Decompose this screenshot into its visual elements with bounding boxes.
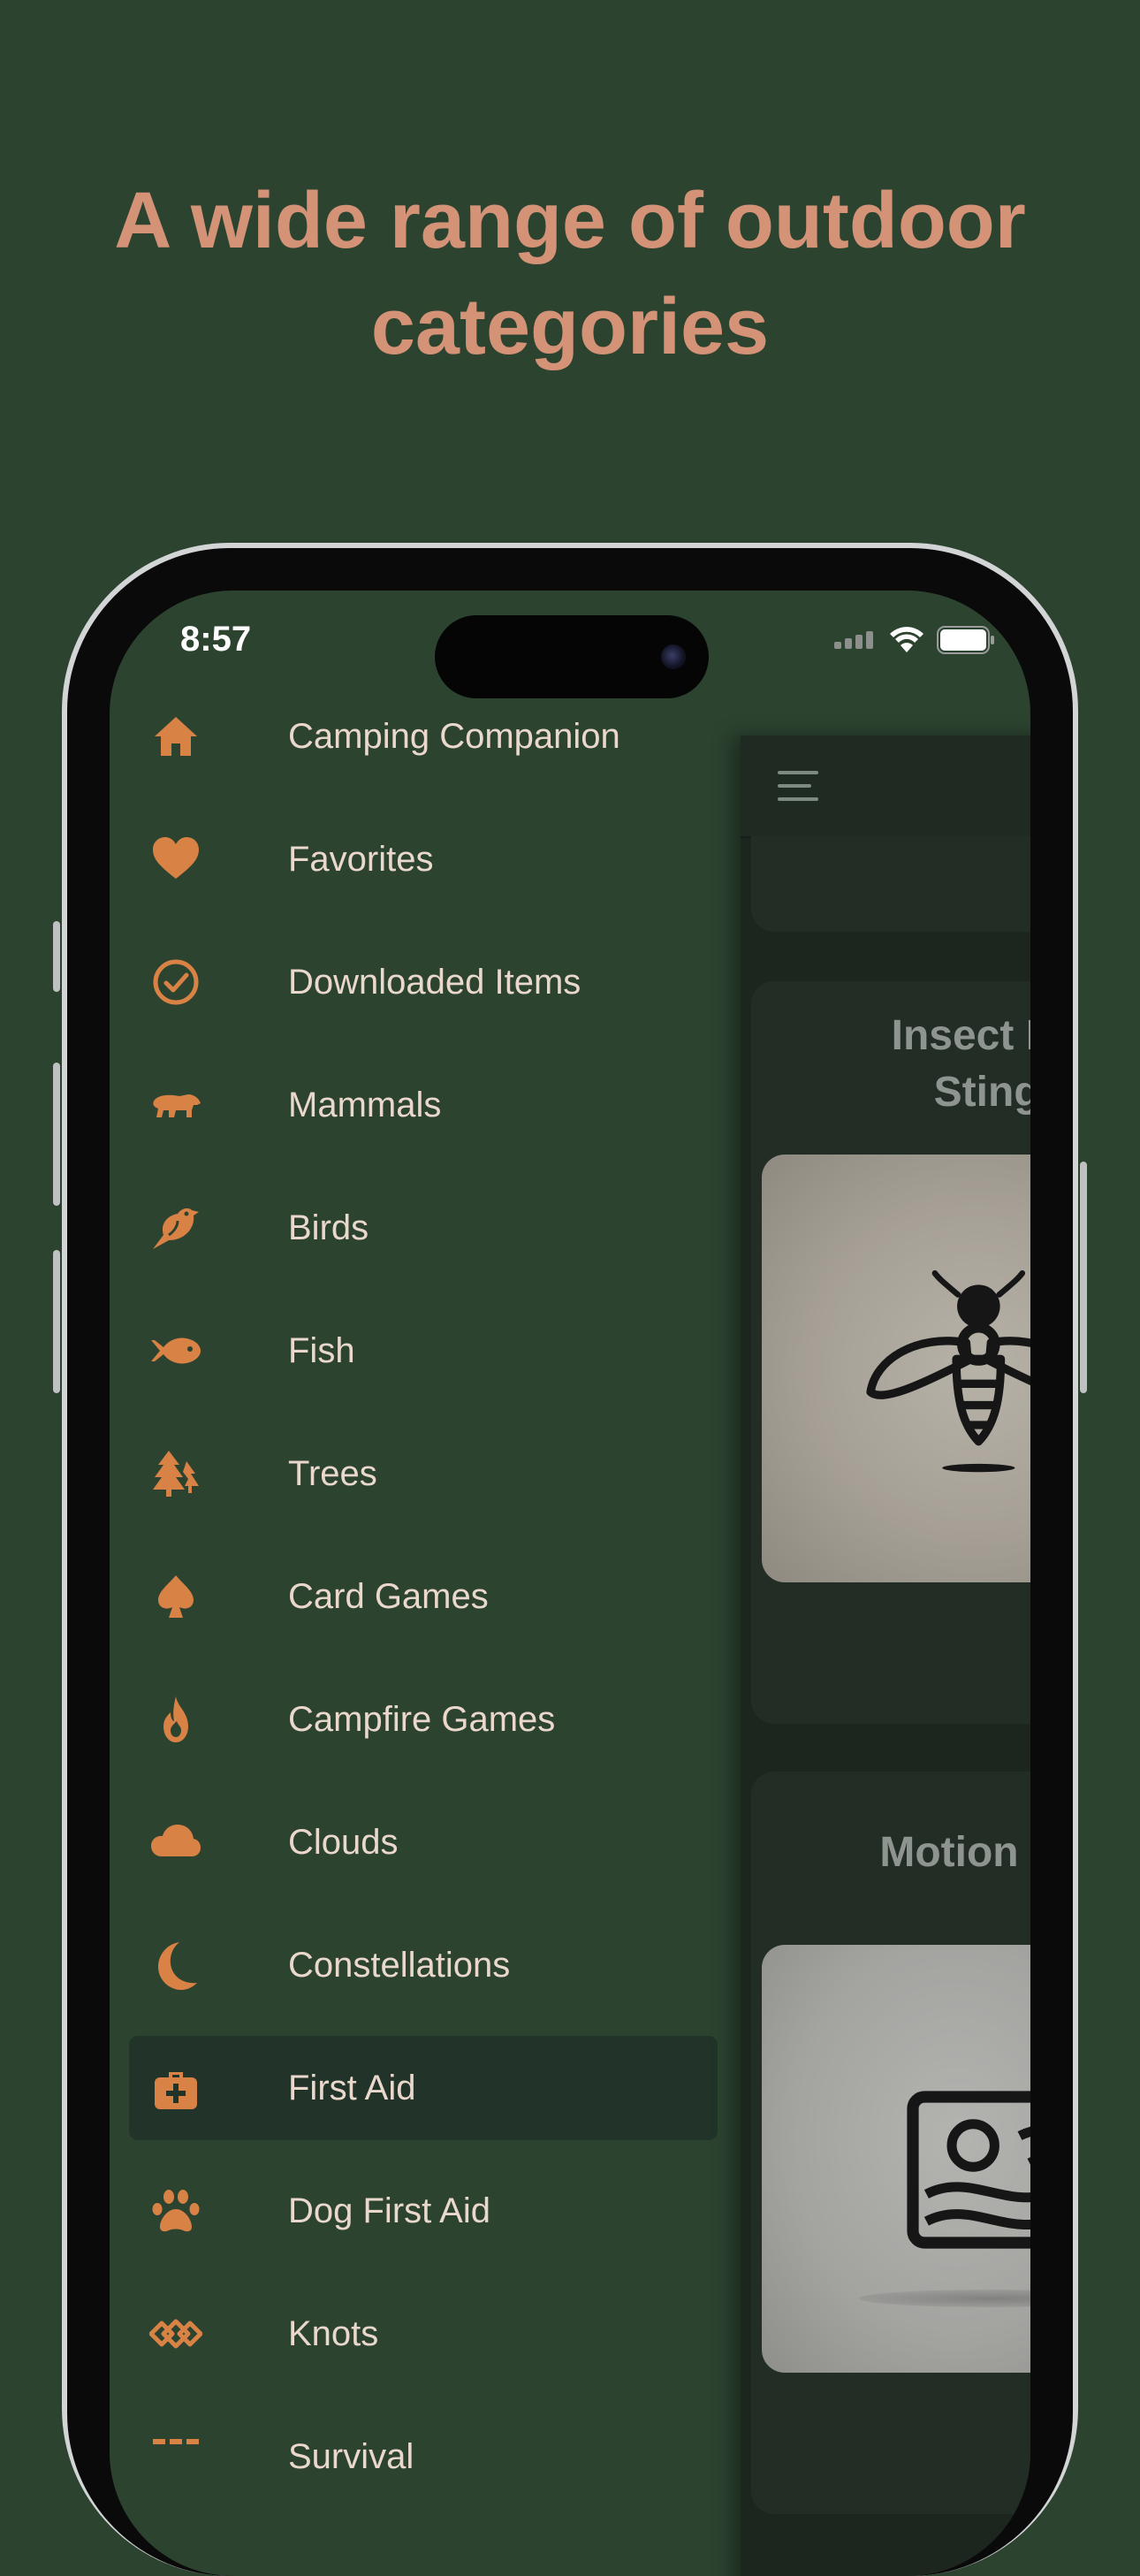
menu-item-label: Trees [288,1454,377,1493]
menu-item-label: Favorites [288,840,434,879]
motion-sickness-icon [907,2091,1030,2249]
menu-item-dog-first-aid[interactable]: Dog First Aid [129,2159,718,2263]
menu-item-trees[interactable]: Trees [129,1421,718,1526]
trees-icon [145,1443,207,1505]
menu-item-clouds[interactable]: Clouds [129,1790,718,1894]
cellular-signal-icon [834,631,873,649]
cloud-icon [145,1811,207,1873]
menu-item-downloaded-items[interactable]: Downloaded Items [129,930,718,1034]
menu-item-label: Clouds [288,1823,399,1862]
menu-item-label: Mammals [288,1086,442,1124]
content-panel: Insect Bite Stings [741,735,1030,2576]
menu-item-label: Knots [288,2314,379,2353]
headline-line-2: categories [370,283,770,371]
menu-item-label: Fish [288,1331,355,1370]
front-camera [661,644,686,669]
menu-item-label: Downloaded Items [288,963,581,1002]
bear-icon [145,1074,207,1136]
menu-item-label: First Aid [288,2069,416,2107]
card-title: Motion Sick [751,1825,1030,1881]
headline: A wide range of outdoor categories [0,168,1140,380]
category-card-insect-bites[interactable]: Insect Bite Stings [751,981,1030,1724]
menu-item-favorites[interactable]: Favorites [129,807,718,911]
menu-item-mammals[interactable]: Mammals [129,1053,718,1157]
menu-item-birds[interactable]: Birds [129,1176,718,1280]
menu-item-card-games[interactable]: Card Games [129,1544,718,1649]
category-card-motion-sickness[interactable]: Motion Sick [751,1772,1030,2514]
menu-item-label: Dog First Aid [288,2191,490,2230]
category-card-previous[interactable] [751,836,1030,932]
menu-item-label: Birds [288,1208,369,1247]
spade-icon [145,1566,207,1627]
knot-icon [145,2303,207,2365]
image-shadow [859,2290,1030,2307]
phone-bezel: 8:57 Camping Companion Favorites Downloa… [67,548,1073,2576]
menu-item-knots[interactable]: Knots [129,2282,718,2386]
menu-item-label: Card Games [288,1577,489,1616]
moon-icon [145,1934,207,1996]
card-title-line-2: Stings [933,1069,1030,1116]
fire-icon [145,1688,207,1750]
card-title-line-1: Insect Bite [891,1012,1030,1059]
card-image [762,1945,1030,2373]
status-time: 8:57 [180,620,252,659]
menu-item-camping-companion[interactable]: Camping Companion [129,684,718,789]
content-top-bar [741,735,1030,838]
hamburger-menu-icon[interactable] [778,771,818,803]
phone-screen: 8:57 Camping Companion Favorites Downloa… [110,591,1030,2576]
menu-item-label: Campfire Games [288,1700,556,1739]
status-icons [834,622,995,658]
menu-item-campfire-games[interactable]: Campfire Games [129,1667,718,1772]
phone-frame: 8:57 Camping Companion Favorites Downloa… [53,543,1087,2576]
menu-item-constellations[interactable]: Constellations [129,1913,718,2017]
heart-icon [145,828,207,890]
check-circle-icon [145,951,207,1013]
menu-item-fish[interactable]: Fish [129,1299,718,1403]
menu-item-label: Survival [288,2437,414,2476]
menu-item-first-aid[interactable]: First Aid [129,2036,718,2140]
phone-volume-down-button [53,1250,60,1393]
phone-volume-up-button [53,1063,60,1206]
phone-power-button [1080,1162,1087,1393]
paw-icon [145,2180,207,2242]
survival-icon [145,2426,207,2488]
wifi-icon [890,627,923,652]
card-image [762,1155,1030,1582]
card-title-line-1: Motion Sick [879,1829,1030,1876]
bird-icon [145,1197,207,1259]
headline-line-1: A wide range of outdoor [114,177,1026,265]
home-icon [145,705,207,767]
bee-icon [866,1270,1030,1473]
menu-item-label: Camping Companion [288,717,620,756]
phone-action-button [53,921,60,992]
fish-icon [145,1320,207,1382]
menu-item-label: Constellations [288,1946,511,1985]
first-aid-kit-icon [145,2057,207,2119]
menu-item-survival[interactable]: Survival [129,2405,718,2509]
battery-icon [937,626,994,654]
card-title: Insect Bite Stings [751,1008,1030,1121]
